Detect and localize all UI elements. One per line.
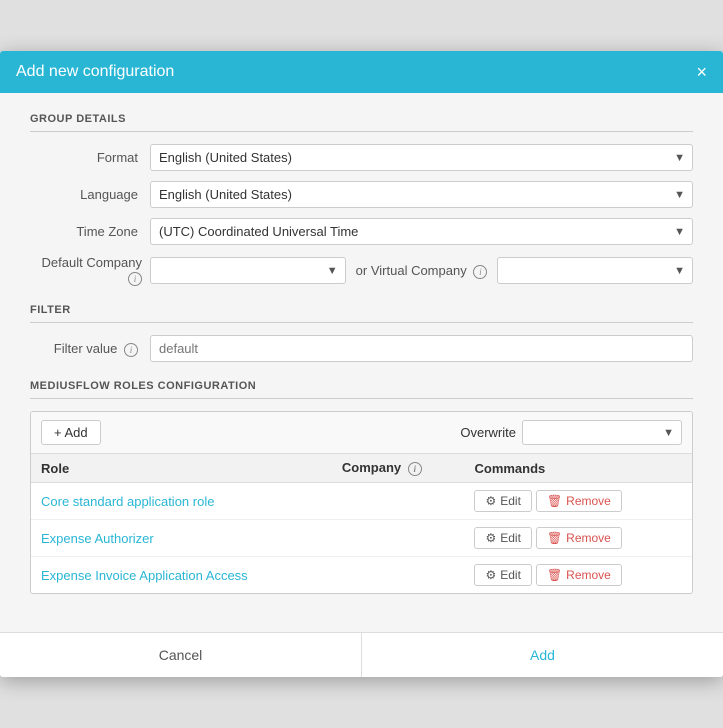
table-header-row: Role Company i Commands <box>31 454 692 483</box>
remove-button[interactable]: 🗑 Remove <box>536 564 622 586</box>
company-cell <box>332 520 465 557</box>
company-separator: or Virtual Company i <box>346 263 498 279</box>
filter-title: FILTER <box>30 304 693 323</box>
role-link[interactable]: Core standard application role <box>41 494 214 509</box>
modal-footer: Cancel Add <box>0 632 723 677</box>
role-cell: Expense Invoice Application Access <box>31 557 332 594</box>
role-link[interactable]: Expense Invoice Application Access <box>41 568 248 583</box>
remove-button[interactable]: 🗑 Remove <box>536 527 622 549</box>
add-button[interactable]: Add <box>362 633 723 677</box>
virtual-company-info-icon: i <box>473 265 487 279</box>
default-company-field: ▼ or Virtual Company i ▼ <box>150 257 693 284</box>
commands-cell: ⚙ Edit🗑 Remove <box>464 520 692 557</box>
default-company-label: Default Company i <box>30 255 150 286</box>
group-details-title: GROUP DETAILS <box>30 113 693 132</box>
roles-title: MEDIUSFLOW ROLES CONFIGURATION <box>30 380 693 399</box>
role-cell: Core standard application role <box>31 483 332 520</box>
edit-button[interactable]: ⚙ Edit <box>474 527 531 549</box>
col-company: Company i <box>332 454 465 483</box>
roles-table: Role Company i Commands Core standard ap… <box>31 454 692 593</box>
default-company-select[interactable] <box>150 257 346 284</box>
virtual-company-select[interactable] <box>497 257 693 284</box>
overwrite-label: Overwrite <box>460 425 516 440</box>
language-select-wrapper: English (United States) ▼ <box>150 181 693 208</box>
edit-button[interactable]: ⚙ Edit <box>474 490 531 512</box>
role-cell: Expense Authorizer <box>31 520 332 557</box>
close-button[interactable]: × <box>696 63 707 81</box>
trash-icon: 🗑 <box>547 568 562 582</box>
table-row: Core standard application role ⚙ Edit🗑 Re… <box>31 483 692 520</box>
roles-toolbar: + Add Overwrite ▼ <box>31 412 692 454</box>
remove-button[interactable]: 🗑 Remove <box>536 490 622 512</box>
roles-container: + Add Overwrite ▼ <box>30 411 693 594</box>
group-details-section: GROUP DETAILS Format English (United Sta… <box>30 113 693 286</box>
roles-section: MEDIUSFLOW ROLES CONFIGURATION + Add Ove… <box>30 380 693 594</box>
modal-title: Add new configuration <box>16 63 174 81</box>
filter-value-input[interactable] <box>150 335 693 362</box>
company-cell <box>332 557 465 594</box>
gear-icon: ⚙ <box>485 568 496 582</box>
commands-cell: ⚙ Edit🗑 Remove <box>464 557 692 594</box>
format-group: Format English (United States) ▼ <box>30 144 693 171</box>
overwrite-select-wrapper: ▼ <box>522 420 682 445</box>
timezone-select-wrapper: (UTC) Coordinated Universal Time ▼ <box>150 218 693 245</box>
table-row: Expense Authorizer ⚙ Edit🗑 Remove <box>31 520 692 557</box>
format-label: Format <box>30 150 150 165</box>
modal-header: Add new configuration × <box>0 51 723 93</box>
gear-icon: ⚙ <box>485 531 496 545</box>
edit-button[interactable]: ⚙ Edit <box>474 564 531 586</box>
modal-container: Add new configuration × GROUP DETAILS Fo… <box>0 51 723 677</box>
col-commands: Commands <box>464 454 692 483</box>
timezone-select[interactable]: (UTC) Coordinated Universal Time <box>150 218 693 245</box>
cancel-button[interactable]: Cancel <box>0 633 362 677</box>
default-company-info-icon: i <box>128 272 142 286</box>
filter-value-label: Filter value i <box>30 341 150 357</box>
virtual-company-select-wrapper: ▼ <box>497 257 693 284</box>
table-row: Expense Invoice Application Access ⚙ Edit… <box>31 557 692 594</box>
gear-icon: ⚙ <box>485 494 496 508</box>
trash-icon: 🗑 <box>547 531 562 545</box>
filter-value-group: Filter value i <box>30 335 693 362</box>
add-role-button[interactable]: + Add <box>41 420 101 445</box>
commands-cell: ⚙ Edit🗑 Remove <box>464 483 692 520</box>
format-select-wrapper: English (United States) ▼ <box>150 144 693 171</box>
timezone-label: Time Zone <box>30 224 150 239</box>
company-col-info-icon: i <box>408 462 422 476</box>
language-label: Language <box>30 187 150 202</box>
overwrite-select[interactable] <box>522 420 682 445</box>
format-select[interactable]: English (United States) <box>150 144 693 171</box>
company-cell <box>332 483 465 520</box>
roles-table-wrapper: Role Company i Commands Core standard ap… <box>31 454 692 593</box>
language-group: Language English (United States) ▼ <box>30 181 693 208</box>
language-select[interactable]: English (United States) <box>150 181 693 208</box>
role-link[interactable]: Expense Authorizer <box>41 531 154 546</box>
filter-section: FILTER Filter value i <box>30 304 693 362</box>
default-company-select-wrapper: ▼ <box>150 257 346 284</box>
trash-icon: 🗑 <box>547 494 562 508</box>
company-group: Default Company i ▼ or Virtual Company i <box>30 255 693 286</box>
modal-body: GROUP DETAILS Format English (United Sta… <box>0 93 723 632</box>
overwrite-row: Overwrite ▼ <box>460 420 682 445</box>
col-role: Role <box>31 454 332 483</box>
filter-value-info-icon: i <box>124 343 138 357</box>
timezone-group: Time Zone (UTC) Coordinated Universal Ti… <box>30 218 693 245</box>
